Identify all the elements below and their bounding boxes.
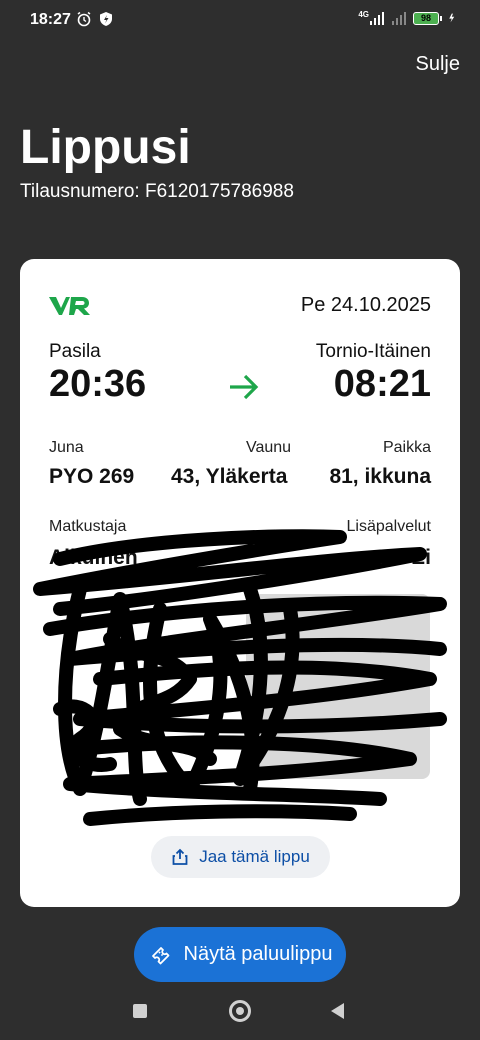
system-nav-bar [0,990,480,1040]
arrival-station: Tornio-Itäinen [315,341,431,362]
redaction-scribble [33,529,447,826]
charging-icon [449,13,455,23]
vr-logo-icon [49,297,90,315]
train-label: Juna [49,439,84,456]
arrow-right-icon [230,374,259,400]
alarm-icon [77,11,91,27]
share-ticket-button[interactable]: Jaa tämä lippu [151,836,330,878]
order-number-value: F6120175786988 [144,181,294,202]
departure-time: 20:36 [49,363,147,405]
order-number-label: Tilausnumero: [20,181,140,202]
shield-icon [100,12,112,26]
show-return-ticket-button[interactable]: Näytä paluulippu [134,927,346,982]
seat-value: 81, ikkuna [329,465,431,488]
network-type-label: 4G [358,9,369,19]
signal-icon [370,12,384,25]
back-icon[interactable] [331,1003,344,1019]
close-button[interactable]: Sulje [416,53,460,76]
order-number: Tilausnumero: F6120175786988 [20,181,294,203]
show-return-ticket-label: Näytä paluulippu [183,943,333,965]
arrival-time: 08:21 [333,363,431,405]
signal-icon [392,12,406,25]
departure-station: Pasila [49,341,101,362]
train-value: PYO 269 [49,465,135,488]
car-value: 43, Yläkerta [171,465,288,488]
battery-nub [440,15,442,21]
seat-label: Paikka [382,439,431,456]
recent-apps-icon[interactable] [133,1004,147,1018]
ticket-card: Pe 24.10.2025 Pasila Tornio-Itäinen 20:3… [20,259,460,907]
share-icon [172,848,188,865]
home-icon[interactable] [229,1000,251,1022]
battery-icon: 98 [413,11,439,25]
travel-date: Pe 24.10.2025 [300,294,431,316]
home-icon-dot [236,1007,244,1015]
share-ticket-label: Jaa tämä lippu [199,847,310,866]
status-icons-left [76,11,114,27]
status-bar: 18:27 4G 98 [0,0,480,40]
car-label: Vaunu [246,439,292,456]
status-icons-right: 4G 98 [358,10,458,26]
ticket-icon [151,946,169,964]
page-title: Lippusi [20,121,191,174]
status-time: 18:27 [30,11,71,28]
